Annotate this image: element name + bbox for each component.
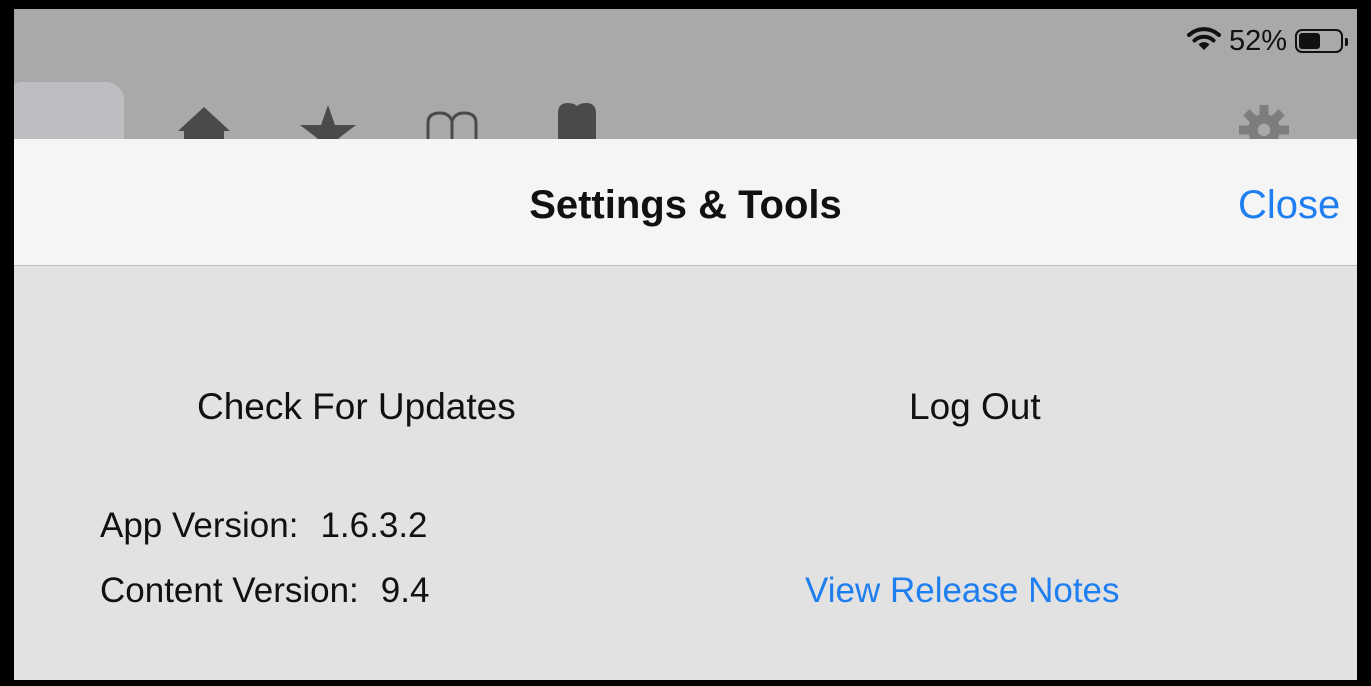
content-version-row: Content Version: 9.4 bbox=[100, 571, 429, 611]
settings-sheet: Settings & Tools Close Check For Updates… bbox=[14, 139, 1357, 680]
content-version-value: 9.4 bbox=[380, 571, 430, 610]
log-out-button[interactable]: Log Out bbox=[909, 386, 1041, 428]
status-indicators: 52% bbox=[1186, 24, 1348, 57]
app-version-label: App Version: bbox=[100, 506, 299, 545]
content-version-label: Content Version: bbox=[100, 571, 359, 610]
check-for-updates-button[interactable]: Check For Updates bbox=[197, 386, 516, 428]
status-bar: 52% bbox=[14, 9, 1357, 71]
app-window: 52% Settings & Tools Close Check For Upd… bbox=[14, 9, 1357, 680]
close-button[interactable]: Close bbox=[1238, 183, 1340, 228]
app-version-value: 1.6.3.2 bbox=[320, 506, 428, 545]
sheet-title: Settings & Tools bbox=[529, 183, 842, 227]
battery-cap bbox=[1345, 38, 1348, 46]
battery-icon bbox=[1295, 29, 1348, 53]
battery-percent: 52% bbox=[1228, 24, 1287, 57]
view-release-notes-link[interactable]: View Release Notes bbox=[805, 571, 1120, 611]
app-version-row: App Version: 1.6.3.2 bbox=[100, 506, 428, 546]
battery-fill bbox=[1299, 33, 1320, 49]
sheet-header: Settings & Tools Close bbox=[14, 139, 1357, 266]
wifi-icon bbox=[1186, 26, 1221, 57]
